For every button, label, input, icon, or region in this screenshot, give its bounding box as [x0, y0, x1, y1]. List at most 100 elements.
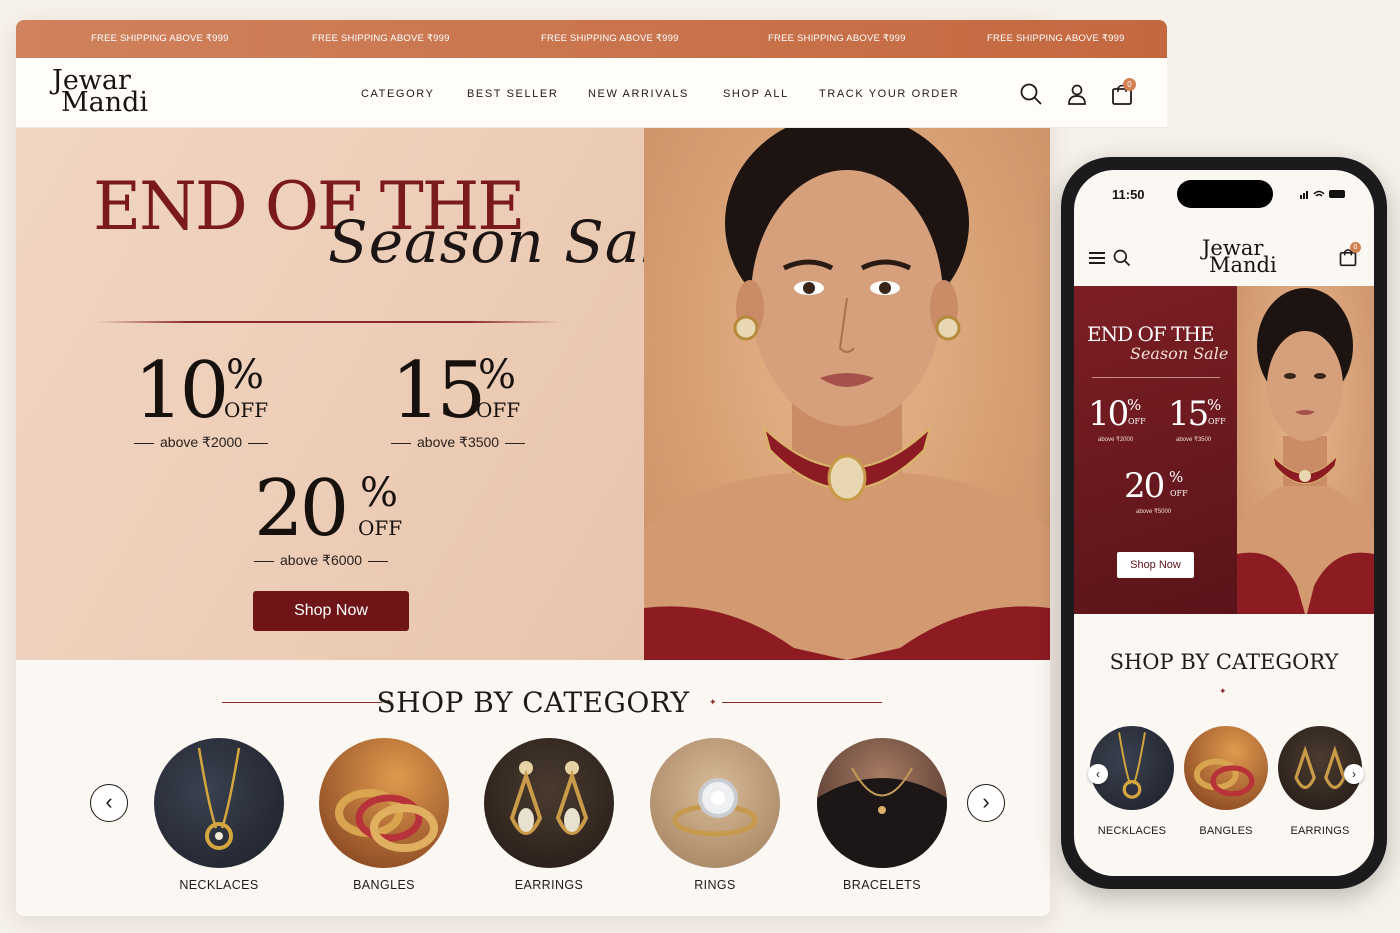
mobile-shop-now-button[interactable]: Shop Now: [1117, 552, 1194, 578]
offer-percent-sign: %: [226, 352, 265, 398]
offer-off-label: OFF: [1170, 489, 1188, 498]
title-decor-diamond-right: ✦: [709, 697, 717, 707]
mobile-section-title: SHOP BY CATEGORY: [1109, 650, 1339, 674]
mobile-hero-divider: [1092, 377, 1220, 378]
category-item-necklaces[interactable]: NECKLACES: [149, 738, 289, 892]
offer-condition: above ₹2000: [1098, 437, 1134, 443]
brand-logo-line2: Mandi: [1209, 253, 1277, 278]
hero-divider: [96, 321, 561, 323]
offer-condition: above ₹3500: [1176, 437, 1212, 443]
brand-logo[interactable]: Jewar Mandi: [52, 67, 148, 116]
category-prev-button[interactable]: ‹: [90, 784, 128, 822]
category-item-bracelets[interactable]: BRACELETS: [812, 738, 952, 892]
offer-percent: 15: [391, 346, 486, 436]
offer-percent-sign: %: [478, 352, 517, 398]
bangles-image: [1184, 726, 1268, 810]
category-label: EARRINGS: [1290, 825, 1350, 837]
category-label: NECKLACES: [179, 878, 259, 892]
earrings-image: [484, 738, 614, 868]
bangles-image: [319, 738, 449, 868]
section-title: SHOP BY CATEGORY: [376, 686, 690, 719]
bracelets-image: [817, 738, 947, 868]
nav-category[interactable]: CATEGORY: [361, 88, 435, 100]
offer-condition: above ₹6000: [248, 552, 394, 569]
offer-off-label: OFF: [476, 398, 521, 422]
shop-now-button[interactable]: Shop Now: [253, 591, 409, 631]
status-icons: [1300, 189, 1348, 202]
offer-10: 10 % OFF above ₹2000: [134, 352, 294, 452]
search-icon[interactable]: [1019, 82, 1043, 106]
site-header: Jewar Mandi CATEGORY BEST SELLER NEW ARR…: [16, 58, 1167, 128]
mobile-offer-10: 10 % OFF above ₹2000: [1088, 394, 1146, 443]
offer-percent-sign: %: [1207, 396, 1222, 414]
hero-banner: END OF THE Season Sale 10 % OFF above ₹2…: [16, 128, 1050, 660]
mobile-category-next-button[interactable]: ›: [1344, 764, 1364, 784]
shop-by-category-section: ✦ SHOP BY CATEGORY ✦ ‹ NECKLACES BANGLES…: [16, 660, 1050, 916]
category-item-bangles[interactable]: BANGLES: [314, 738, 454, 892]
announcement-message: FREE SHIPPING ABOVE ₹999: [768, 33, 906, 44]
offer-off-label: OFF: [1208, 417, 1226, 426]
announcement-message: FREE SHIPPING ABOVE ₹999: [91, 33, 229, 44]
cart-count-badge: 0: [1350, 242, 1361, 253]
title-decor-line-right: [722, 702, 882, 703]
brand-logo[interactable]: Jewar Mandi: [1202, 237, 1277, 278]
model-portrait-image: [644, 128, 1050, 660]
offer-percent-sign: %: [1169, 468, 1184, 486]
category-label: BRACELETS: [843, 878, 921, 892]
nav-best-seller[interactable]: BEST SELLER: [467, 88, 558, 100]
offer-condition: above ₹2000: [128, 434, 274, 451]
offer-15: 15 % OFF above ₹3500: [391, 352, 551, 452]
mobile-hero-banner: END OF THE Season Sale 10 % OFF above ₹2…: [1074, 286, 1374, 614]
category-label: NECKLACES: [1097, 825, 1167, 837]
category-label: EARRINGS: [514, 878, 584, 892]
mobile-hero-model-image: [1237, 286, 1374, 614]
status-time: 11:50: [1112, 187, 1145, 202]
menu-icon[interactable]: [1088, 250, 1106, 266]
category-next-button[interactable]: ›: [967, 784, 1005, 822]
offer-off-label: OFF: [358, 516, 403, 540]
mobile-device-frame: 11:50 Jewar Mandi 0 END OF THE Season Sa…: [1061, 157, 1387, 889]
offer-percent-sign: %: [360, 470, 399, 516]
offer-percent: 20: [254, 464, 349, 554]
announcement-message: FREE SHIPPING ABOVE ₹999: [987, 33, 1125, 44]
offer-percent: 15: [1168, 394, 1209, 434]
mobile-offer-20: 20 % OFF above ₹5000: [1124, 466, 1188, 515]
hero-script-title: Season Sale: [328, 208, 696, 276]
nav-shop-all[interactable]: SHOP ALL: [723, 88, 789, 100]
category-item-earrings[interactable]: EARRINGS: [479, 738, 619, 892]
category-item-rings[interactable]: RINGS: [645, 738, 785, 892]
search-icon[interactable]: [1112, 248, 1132, 268]
title-decor-diamond: ✦: [1219, 686, 1227, 696]
cart-count-badge: 0: [1123, 78, 1136, 91]
signal-wifi-battery-icon: [1300, 190, 1345, 199]
category-label: RINGS: [694, 878, 736, 892]
hero-model-image: [644, 128, 1050, 660]
mobile-category-prev-button[interactable]: ‹: [1088, 764, 1108, 784]
offer-percent: 20: [1124, 466, 1165, 506]
offer-percent: 10: [134, 346, 229, 436]
mobile-hero-script-title: Season Sale: [1130, 344, 1229, 363]
offer-percent: 10: [1088, 394, 1129, 434]
offer-20: 20 % OFF above ₹6000: [254, 470, 414, 570]
user-icon[interactable]: [1065, 82, 1089, 106]
mobile-hero-title: END OF THE: [1087, 322, 1215, 346]
nav-new-arrivals[interactable]: NEW ARRIVALS: [588, 88, 689, 100]
desktop-site-frame: END OF THE Season Sale 10 % OFF above ₹2…: [16, 20, 1050, 916]
category-label: BANGLES: [1199, 825, 1253, 837]
mobile-category-item-bangles[interactable]: BANGLES: [1180, 726, 1272, 837]
dynamic-island: [1177, 180, 1273, 208]
category-label: BANGLES: [353, 878, 415, 892]
offer-condition: above ₹3500: [385, 434, 531, 451]
mobile-offer-15: 15 % OFF above ₹3500: [1168, 394, 1226, 443]
hero-offer-panel: END OF THE Season Sale 10 % OFF above ₹2…: [16, 128, 694, 660]
offer-off-label: OFF: [1128, 417, 1146, 426]
offer-off-label: OFF: [224, 398, 269, 422]
mobile-screen: 11:50 Jewar Mandi 0 END OF THE Season Sa…: [1074, 170, 1374, 876]
model-portrait-image: [1237, 288, 1374, 614]
necklace-image: [154, 738, 284, 868]
offer-percent-sign: %: [1127, 396, 1142, 414]
announcement-bar: FREE SHIPPING ABOVE ₹999 FREE SHIPPING A…: [16, 20, 1167, 58]
announcement-message: FREE SHIPPING ABOVE ₹999: [541, 33, 679, 44]
announcement-message: FREE SHIPPING ABOVE ₹999: [312, 33, 450, 44]
nav-track-order[interactable]: TRACK YOUR ORDER: [819, 88, 959, 100]
